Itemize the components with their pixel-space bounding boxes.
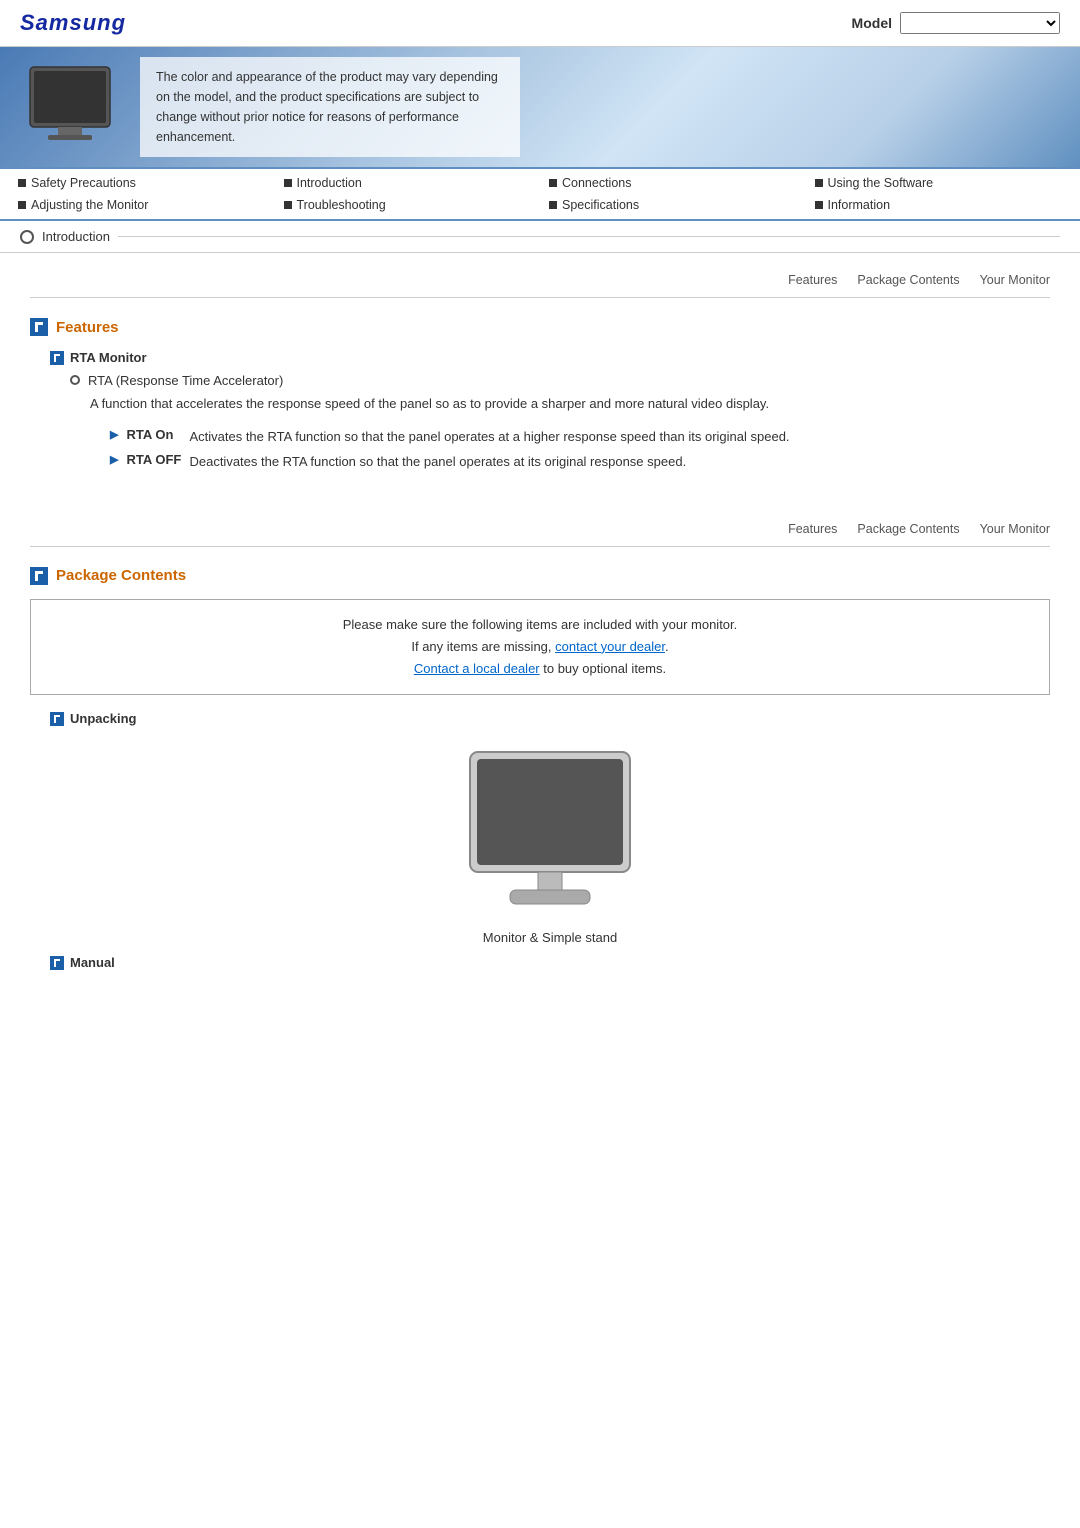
package-contents-heading: Package Contents [30, 567, 1050, 585]
package-contents-title: Package Contents [56, 567, 186, 584]
nav-bullet-safety [18, 179, 26, 187]
pkg-line1: Please make sure the following items are… [51, 614, 1029, 636]
unpacking-heading: Unpacking [50, 711, 1050, 726]
manual-title: Manual [70, 955, 115, 970]
rta-off-item: ▶ RTA OFF Deactivates the RTA function s… [110, 452, 1050, 472]
monitor-caption: Monitor & Simple stand [483, 930, 617, 945]
package-contents-section-icon [30, 567, 48, 585]
model-label: Model [852, 15, 892, 31]
nav-item-adjusting-monitor[interactable]: Adjusting the Monitor [10, 195, 274, 215]
rta-bullet-label: RTA (Response Time Accelerator) [88, 373, 283, 388]
nav-item-using-software[interactable]: Using the Software [807, 173, 1071, 193]
breadcrumb: Introduction [0, 221, 1080, 253]
breadcrumb-line [118, 236, 1060, 237]
unpacking-title: Unpacking [70, 711, 136, 726]
pkg-line3: Contact a local dealer to buy optional i… [51, 658, 1029, 680]
header: Samsung Model [0, 0, 1080, 47]
features-section-icon [30, 318, 48, 336]
nav-item-safety-precautions[interactable]: Safety Precautions [10, 173, 274, 193]
banner: The color and appearance of the product … [0, 47, 1080, 167]
nav-item-information[interactable]: Information [807, 195, 1071, 215]
sub-nav-2: Features Package Contents Your Monitor [30, 512, 1050, 547]
nav-bullet-information [815, 201, 823, 209]
features-heading: Features [30, 318, 1050, 336]
rta-off-desc: Deactivates the RTA function so that the… [189, 452, 686, 472]
banner-monitor-icon [20, 62, 120, 152]
rta-monitor-heading: RTA Monitor [50, 350, 1050, 365]
sub-nav2-your-monitor[interactable]: Your Monitor [980, 522, 1050, 536]
package-contents-box: Please make sure the following items are… [30, 599, 1050, 695]
rta-on-label: RTA On [126, 427, 181, 442]
manual-icon [50, 956, 64, 970]
rta-off-label: RTA OFF [126, 452, 181, 467]
nav-item-introduction[interactable]: Introduction [276, 173, 540, 193]
nav-bullet-introduction [284, 179, 292, 187]
contact-local-dealer-link[interactable]: Contact a local dealer [414, 661, 540, 676]
rta-on-desc: Activates the RTA function so that the p… [189, 427, 789, 447]
rta-on-arrow-icon: ▶ [110, 428, 118, 441]
sub-nav-features[interactable]: Features [788, 273, 837, 287]
nav-bullet-troubleshooting [284, 201, 292, 209]
model-select[interactable] [900, 12, 1060, 34]
manual-heading: Manual [50, 955, 1050, 970]
sub-nav2-features[interactable]: Features [788, 522, 837, 536]
nav-item-connections[interactable]: Connections [541, 173, 805, 193]
breadcrumb-circle-icon [20, 230, 34, 244]
rta-off-arrow-icon: ▶ [110, 453, 118, 466]
nav-bullet-adjusting [18, 201, 26, 209]
model-area: Model [852, 12, 1060, 34]
features-title: Features [56, 319, 119, 336]
sub-nav2-package-contents[interactable]: Package Contents [857, 522, 959, 536]
nav-bullet-connections [549, 179, 557, 187]
rta-bullet-item: RTA (Response Time Accelerator) [70, 373, 1050, 388]
sub-nav-1: Features Package Contents Your Monitor [30, 263, 1050, 298]
nav-bullet-software [815, 179, 823, 187]
banner-text: The color and appearance of the product … [140, 57, 520, 157]
nav-bar: Safety Precautions Introduction Connecti… [0, 167, 1080, 221]
nav-item-troubleshooting[interactable]: Troubleshooting [276, 195, 540, 215]
rta-on-item: ▶ RTA On Activates the RTA function so t… [110, 427, 1050, 447]
sub-nav-your-monitor[interactable]: Your Monitor [980, 273, 1050, 287]
content-area: Features Package Contents Your Monitor F… [0, 253, 1080, 1010]
nav-bullet-specifications [549, 201, 557, 209]
rta-monitor-icon [50, 351, 64, 365]
manual-subsection: Manual [50, 955, 1050, 970]
monitor-drawing [450, 742, 650, 922]
rta-monitor-subsection: RTA Monitor RTA (Response Time Accelerat… [50, 350, 1050, 472]
rta-bullet-circle [70, 375, 80, 385]
monitor-image-area: Monitor & Simple stand [50, 742, 1050, 945]
nav-item-specifications[interactable]: Specifications [541, 195, 805, 215]
pkg-line2: If any items are missing, contact your d… [51, 636, 1029, 658]
breadcrumb-label: Introduction [42, 229, 110, 244]
unpacking-subsection: Unpacking Monitor & Simple stand [50, 711, 1050, 945]
contact-dealer-link[interactable]: contact your dealer [555, 639, 665, 654]
unpacking-icon [50, 712, 64, 726]
samsung-logo: Samsung [20, 10, 126, 36]
rta-description: A function that accelerates the response… [90, 394, 1050, 415]
rta-monitor-title: RTA Monitor [70, 350, 147, 365]
sub-nav-package-contents[interactable]: Package Contents [857, 273, 959, 287]
